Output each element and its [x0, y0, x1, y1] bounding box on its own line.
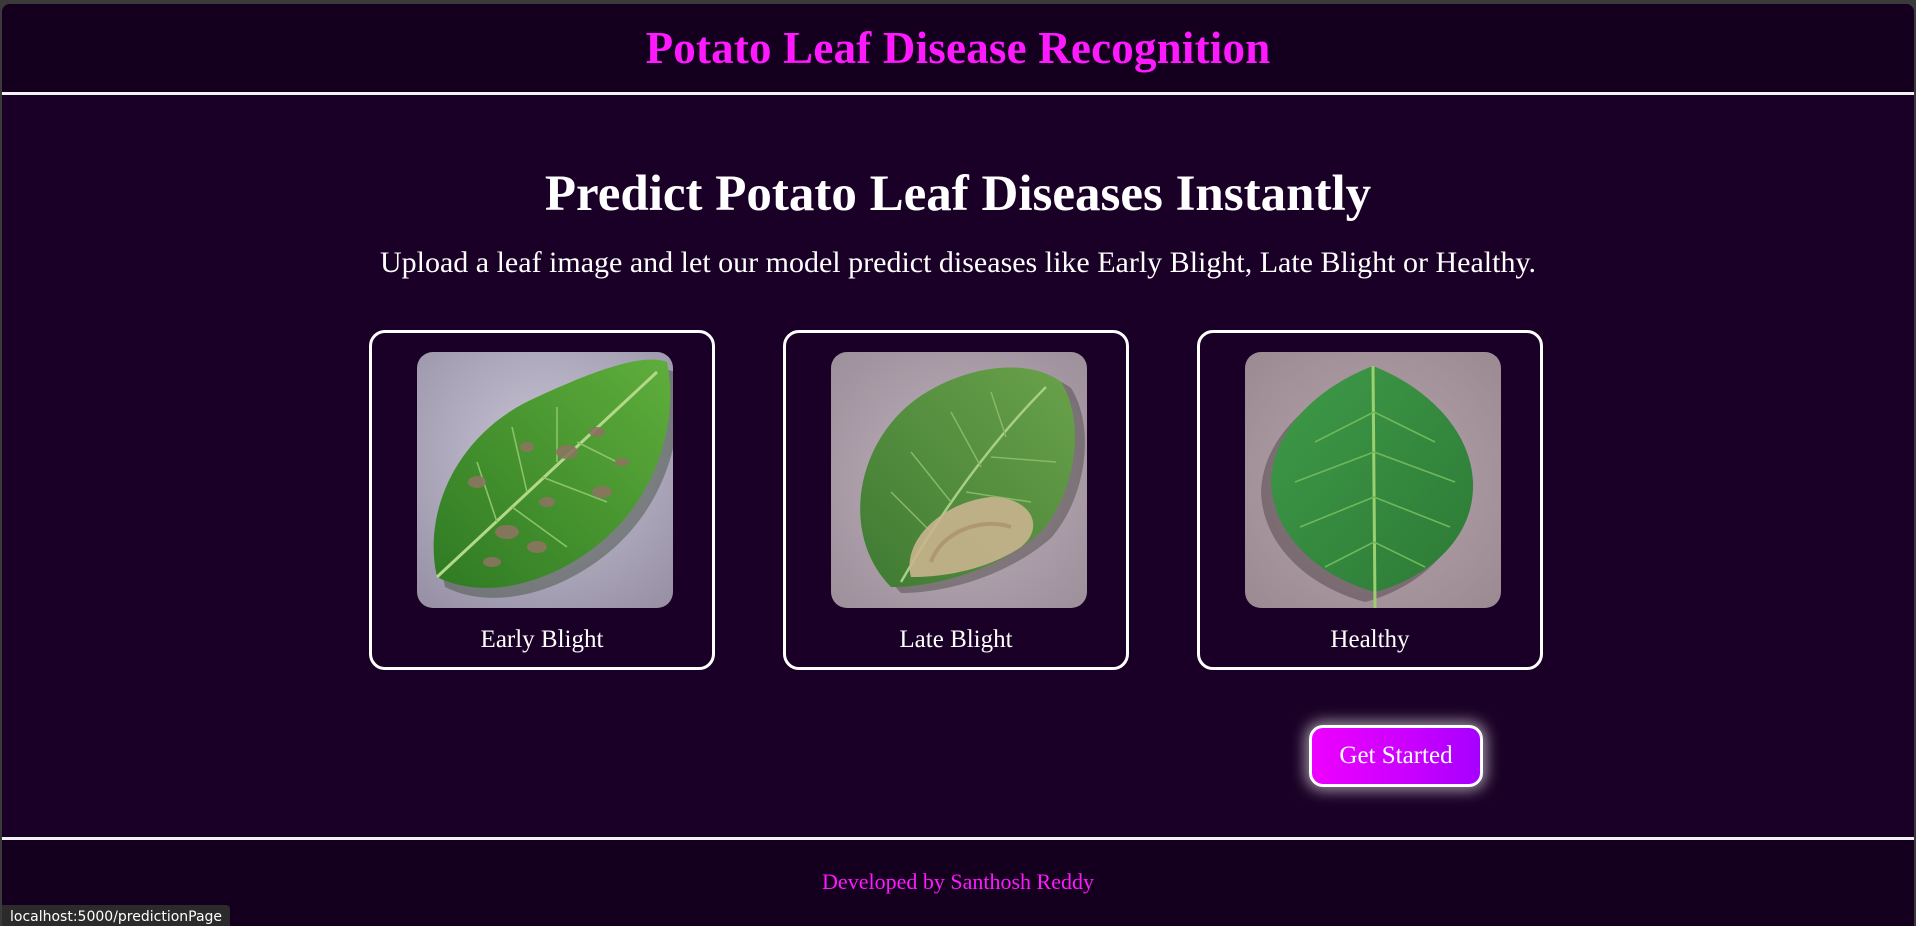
late-blight-leaf-image [831, 352, 1087, 608]
footer-credit: Developed by Santhosh Reddy [822, 869, 1094, 894]
card-label-late-blight: Late Blight [899, 626, 1013, 653]
link-status-url: localhost:5000/predictionPage [2, 905, 231, 926]
site-header: Potato Leaf Disease Recognition [2, 4, 1914, 95]
card-healthy: Healthy [1197, 330, 1543, 670]
healthy-leaf-image [1245, 352, 1501, 608]
early-blight-leaf-image [417, 352, 673, 608]
site-footer: Developed by Santhosh Reddy [2, 837, 1914, 926]
card-late-blight: Late Blight [783, 330, 1129, 670]
hero-section: Predict Potato Leaf Diseases Instantly U… [2, 95, 1914, 837]
get-started-button[interactable]: Get Started [1309, 725, 1483, 787]
page-title: Predict Potato Leaf Diseases Instantly [544, 166, 1372, 222]
page-subtitle: Upload a leaf image and let our model pr… [379, 246, 1537, 279]
card-early-blight: Early Blight [369, 330, 715, 670]
card-label-early-blight: Early Blight [480, 626, 604, 653]
card-label-healthy: Healthy [1330, 626, 1410, 653]
site-title: Potato Leaf Disease Recognition [645, 23, 1271, 73]
browser-viewport: Potato Leaf Disease Recognition Predict … [2, 4, 1914, 926]
